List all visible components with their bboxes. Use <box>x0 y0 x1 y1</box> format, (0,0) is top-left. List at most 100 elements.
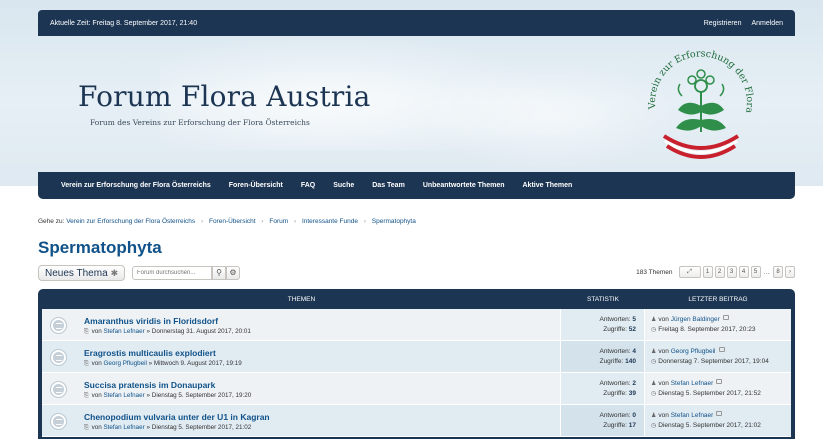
topic-title[interactable]: Chenopodium vulvaria unter der U1 in Kag… <box>84 412 270 422</box>
last-post-author[interactable]: Jürgen Baldinger <box>671 316 720 323</box>
clock-icon: ◷ <box>651 326 657 333</box>
topic-author[interactable]: Stefan Lefnaer <box>103 392 144 399</box>
search-icon[interactable]: ⚲ <box>212 266 226 280</box>
asterisk-icon: ✱ <box>110 267 119 278</box>
nav-search[interactable]: Suche <box>324 182 363 189</box>
by-label: von <box>658 411 669 419</box>
topic-cell: Succisa pratensis im Donaupark ⎘ von Ste… <box>42 373 560 404</box>
last-post-date: Dienstag 5. September 2017, 21:52 <box>658 389 761 397</box>
breadcrumb-separator: › <box>261 218 264 225</box>
goto-post-icon[interactable] <box>716 411 723 417</box>
breadcrumb-spermatophyta[interactable]: Spermatophyta <box>372 218 416 225</box>
user-icon: ♟ <box>651 380 657 387</box>
nav-active-topics[interactable]: Aktive Themen <box>514 182 582 189</box>
by-label: von <box>91 424 102 431</box>
by-label: von <box>91 392 102 399</box>
views-label: Zugriffe: <box>603 421 627 429</box>
new-topic-label: Neues Thema <box>45 267 108 279</box>
views-count: 39 <box>628 389 636 397</box>
topic-date: » Dienstag 5. September 2017, 19:20 <box>146 392 252 399</box>
goto-post-icon[interactable] <box>716 379 723 385</box>
goto-post-icon[interactable] <box>722 315 729 321</box>
breadcrumb-prefix: Gehe zu: <box>38 218 65 225</box>
replies-label: Antworten: <box>599 411 631 419</box>
last-post-author[interactable]: Stefan Lefnaer <box>671 412 714 419</box>
next-page-button[interactable]: › <box>785 266 795 278</box>
nav-faq[interactable]: FAQ <box>292 182 324 189</box>
topic-title[interactable]: Amaranthus viridis in Floridsdorf <box>84 316 218 326</box>
user-icon: ♟ <box>651 348 657 355</box>
breadcrumb-interesting-finds[interactable]: Interessante Funde <box>302 218 358 225</box>
breadcrumb-forum[interactable]: Forum <box>269 218 288 225</box>
topic-title[interactable]: Succisa pratensis im Donaupark <box>84 380 215 390</box>
nav-team[interactable]: Das Team <box>363 182 414 189</box>
topic-read-icon <box>50 349 67 366</box>
stats-cell: Antworten: 5 Zugriffe: 52 <box>560 309 644 340</box>
register-link[interactable]: Registrieren <box>704 20 742 27</box>
breadcrumb-separator: › <box>200 218 204 225</box>
topic-author[interactable]: Stefan Lefnaer <box>103 328 144 335</box>
breadcrumb-association[interactable]: Verein zur Erforschung der Flora Österre… <box>66 218 195 225</box>
page-5[interactable]: 5 <box>750 266 761 278</box>
topic-cell: Amaranthus viridis in Floridsdorf ⎘ von … <box>42 309 560 340</box>
topic-read-icon <box>50 413 67 430</box>
attachment-icon: ⎘ <box>84 361 89 367</box>
views-label: Zugriffe: <box>603 325 627 333</box>
last-post-date: Dienstag 5. September 2017, 21:02 <box>658 421 761 429</box>
topic-author[interactable]: Stefan Lefnaer <box>103 424 144 431</box>
goto-post-icon[interactable] <box>718 347 725 353</box>
breadcrumb-separator: › <box>363 218 366 225</box>
gear-icon[interactable]: ⚙ <box>226 266 240 280</box>
last-post-author[interactable]: Georg Pflugbeil <box>671 348 716 355</box>
breadcrumb: Gehe zu: Verein zur Erforschung der Flor… <box>38 218 416 225</box>
last-post-cell: ♟ von Stefan Lefnaer ◷ Dienstag 5. Septemb… <box>644 373 791 404</box>
jump-to-page-button[interactable]: ⤢ <box>678 266 701 278</box>
topic-title[interactable]: Eragrostis multicaulis explodiert <box>84 348 216 358</box>
clock-icon: ◷ <box>651 358 657 365</box>
header-stats: STATISTIK <box>587 295 619 303</box>
replies-label: Antworten: <box>599 315 631 323</box>
topic-meta: ⎘ von Stefan Lefnaer » Dienstag 5. Septe… <box>84 392 251 400</box>
nav-unanswered[interactable]: Unbeantwortete Themen <box>414 182 514 189</box>
views-count: 17 <box>628 421 636 429</box>
by-label: von <box>91 328 102 335</box>
clock-icon: ◷ <box>651 422 657 429</box>
by-label: von <box>658 347 669 355</box>
replies-label: Antworten: <box>599 347 631 355</box>
login-link[interactable]: Anmelden <box>751 20 783 27</box>
association-logo[interactable]: Verein zur Erforschung der Flora Österre… <box>638 40 764 166</box>
pagination-ellipsis: … <box>763 268 771 276</box>
current-time: Aktuelle Zeit: Freitag 8. September 2017… <box>50 19 198 27</box>
clock-icon: ◷ <box>651 390 657 397</box>
site-title[interactable]: Forum Flora Austria <box>78 80 371 113</box>
header-topics: THEMEN <box>287 295 316 303</box>
forum-search-input[interactable] <box>132 266 212 280</box>
page-3[interactable]: 3 <box>726 266 737 278</box>
topic-date: » Donnerstag 31. August 2017, 20:01 <box>146 328 251 335</box>
breadcrumb-forum-index[interactable]: Foren-Übersicht <box>209 218 256 225</box>
page-1[interactable]: 1 <box>702 266 713 278</box>
page-4[interactable]: 4 <box>738 266 749 278</box>
user-icon: ♟ <box>651 316 657 323</box>
topic-date: » Dienstag 5. September 2017, 21:02 <box>146 424 252 431</box>
topic-read-icon <box>50 317 67 334</box>
topic-count: 183 Themen <box>636 268 673 276</box>
views-label: Zugriffe: <box>599 357 624 365</box>
page-2[interactable]: 2 <box>714 266 725 278</box>
account-links: Registrieren Anmelden <box>704 20 783 27</box>
new-topic-button[interactable]: Neues Thema ✱ <box>38 265 126 281</box>
last-post-author[interactable]: Stefan Lefnaer <box>671 380 714 387</box>
page-8[interactable]: 8 <box>773 266 783 278</box>
nav-association[interactable]: Verein zur Erforschung der Flora Österre… <box>52 182 220 189</box>
page-title[interactable]: Spermatophyta <box>38 238 162 258</box>
nav-forum-index[interactable]: Foren-Übersicht <box>220 182 292 189</box>
topic-meta: ⎘ von Stefan Lefnaer » Donnerstag 31. Au… <box>84 328 251 336</box>
by-label: von <box>91 360 102 367</box>
site-header: Forum Flora Austria Forum des Vereins zu… <box>38 36 795 172</box>
topic-list: THEMEN STATISTIK LETZTER BEITRAG Amarant… <box>38 289 795 439</box>
topic-author[interactable]: Georg Pflugbeil <box>103 360 146 367</box>
views-count: 140 <box>625 357 636 365</box>
pagination: 183 Themen ⤢ 1 2 3 4 5 … 8 › <box>636 266 795 278</box>
attachment-icon: ⎘ <box>84 329 89 335</box>
topic-cell: Eragrostis multicaulis explodiert ⎘ von … <box>42 341 560 372</box>
